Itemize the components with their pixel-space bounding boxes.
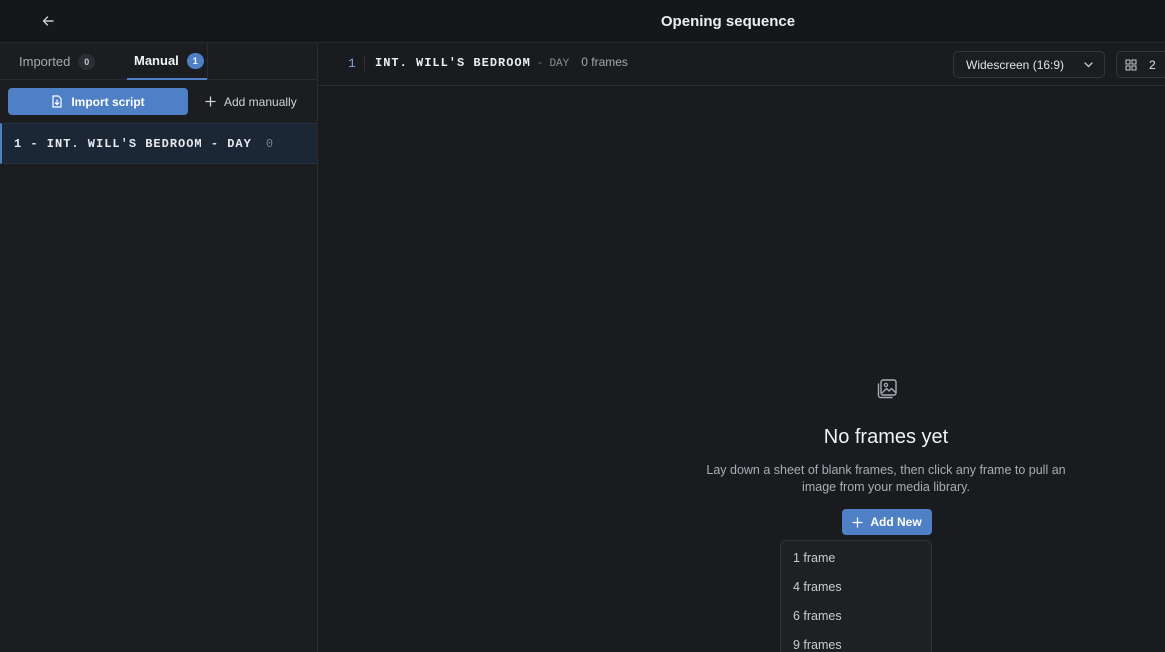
button-label: Add manually [224,94,297,109]
menu-item-1-frame[interactable]: 1 frame [781,543,931,572]
scene-separator: - [536,58,544,70]
scene-title: INT. WILL'S BEDROOM - DAY 0 frames [375,55,628,70]
button-label: Import script [71,94,145,109]
chevron-down-icon [1084,62,1093,68]
grid-icon [1125,59,1137,70]
page-title: Opening sequence [660,13,796,30]
tab-label: Manual [134,53,179,68]
scene-source-tabs: Imported 0 Manual 1 [0,43,317,80]
tab-label: Imported [19,54,71,69]
scene-header-bar: 1 INT. WILL'S BEDROOM - DAY 0 frames Wid… [318,43,1165,86]
empty-state-description: Lay down a sheet of blank frames, then c… [706,463,1066,494]
add-frames-menu: 1 frame 4 frames 6 frames 9 frames [780,540,932,652]
main-panel: 1 INT. WILL'S BEDROOM - DAY 0 frames Wid… [318,43,1165,652]
aspect-ratio-select[interactable]: Widescreen (16:9) [953,51,1105,78]
scene-list-item[interactable]: 1 - INT. WILL'S BEDROOM - DAY 0 [0,123,317,164]
count-badge: 0 [78,53,96,70]
sidebar: Imported 0 Manual 1 Import script Add ma… [0,43,318,652]
add-new-button[interactable]: Add New [842,509,932,535]
add-manually-button[interactable]: Add manually [205,88,297,115]
scene-frames-count: 0 frames [581,55,628,69]
scene-number: 1 [348,56,356,71]
tab-divider [207,43,208,80]
selected-value: 2 [1149,57,1156,72]
menu-item-4-frames[interactable]: 4 frames [781,572,931,601]
scene-frame-count: 0 [265,136,274,151]
menu-item-9-frames[interactable]: 9 frames [781,630,931,652]
selected-value: Widescreen (16:9) [966,57,1065,72]
divider [364,55,365,71]
plus-icon [205,96,216,107]
scene-time: DAY [549,58,570,70]
images-icon [877,379,897,399]
tab-imported[interactable]: Imported 0 [19,43,96,80]
button-label: Add New [870,515,922,529]
menu-item-6-frames[interactable]: 6 frames [781,601,931,630]
tab-manual[interactable]: Manual 1 [127,43,207,80]
scene-location: INT. WILL'S BEDROOM [375,56,531,70]
scene-heading: 1 - INT. WILL'S BEDROOM - DAY [14,136,252,151]
import-script-button[interactable]: Import script [8,88,188,115]
grid-columns-select[interactable]: 2 [1116,51,1165,78]
empty-state-title: No frames yet [823,426,949,448]
plus-icon [852,516,863,528]
count-badge: 1 [186,52,204,69]
top-bar: Opening sequence [0,0,1165,43]
file-import-icon [52,95,62,108]
